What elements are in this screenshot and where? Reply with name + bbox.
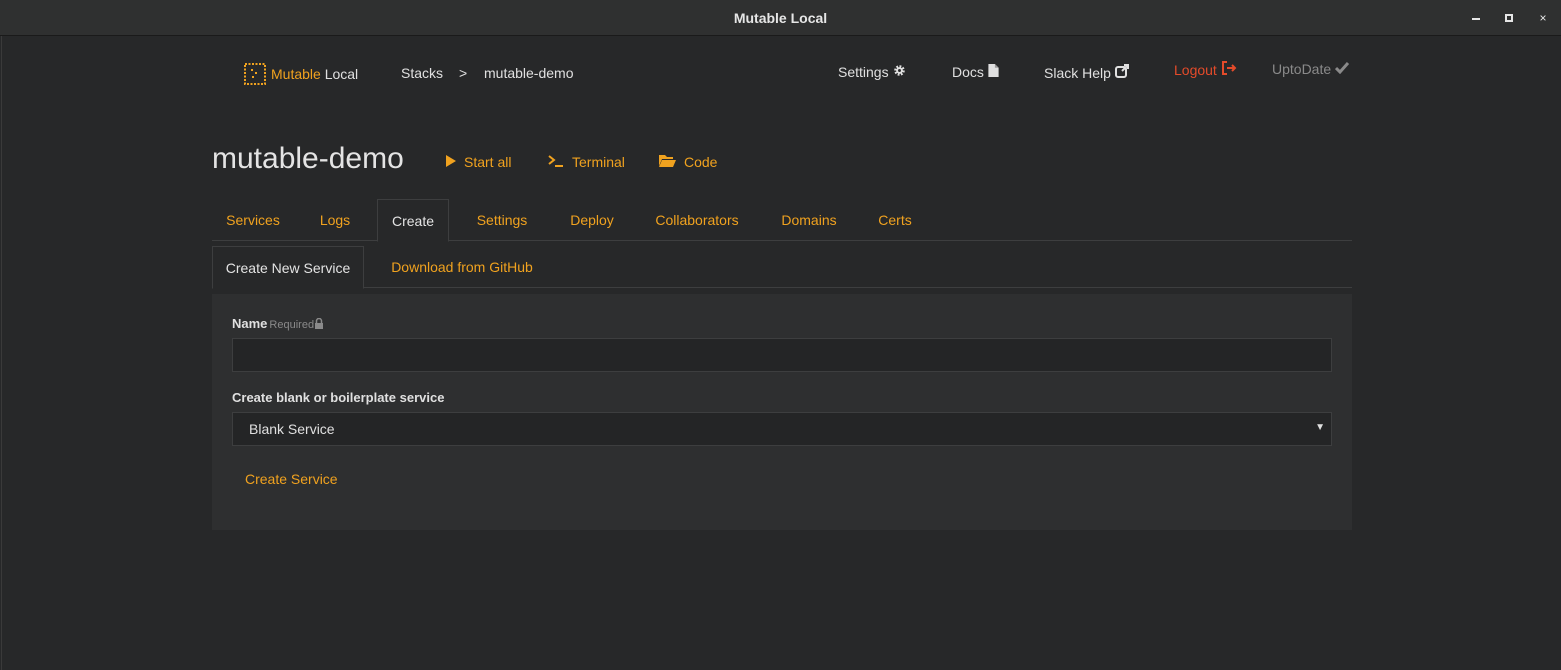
tab-settings[interactable]: Settings — [467, 199, 537, 241]
tab-services[interactable]: Services — [212, 199, 294, 241]
maximize-button[interactable] — [1500, 9, 1518, 27]
tab-logs[interactable]: Logs — [310, 199, 360, 241]
breadcrumb-separator: > — [459, 65, 468, 81]
close-icon: × — [1539, 11, 1547, 25]
mutable-logo-icon — [243, 62, 267, 86]
main-tabs: Services Logs Create Settings Deploy Col… — [212, 199, 1352, 242]
file-icon — [988, 64, 999, 80]
gear-icon — [893, 64, 906, 80]
start-all-label: Start all — [464, 154, 512, 170]
maximize-icon — [1505, 14, 1513, 22]
create-service-button[interactable]: Create Service — [245, 471, 338, 487]
nav-settings[interactable]: Settings — [838, 64, 906, 80]
nav-logout[interactable]: Logout — [1174, 61, 1237, 78]
terminal-button[interactable]: Terminal — [548, 154, 625, 170]
window-border — [1, 36, 2, 670]
tab-certs[interactable]: Certs — [872, 199, 918, 241]
tab-domains[interactable]: Domains — [774, 199, 844, 241]
nav-settings-label: Settings — [838, 64, 889, 80]
template-label: Create blank or boilerplate service — [232, 390, 445, 405]
brand-name-rest: Local — [320, 66, 359, 82]
tab-collaborators[interactable]: Collaborators — [649, 199, 745, 241]
tab-create[interactable]: Create — [377, 199, 449, 242]
page-title: mutable-demo — [212, 142, 404, 175]
sign-out-icon — [1221, 61, 1237, 78]
check-icon — [1335, 61, 1350, 77]
minimize-button[interactable] — [1467, 9, 1485, 27]
terminal-label: Terminal — [572, 154, 625, 170]
subtab-download-from-github[interactable]: Download from GitHub — [382, 246, 542, 288]
nav-docs[interactable]: Docs — [952, 64, 999, 80]
name-label: Name Required — [232, 316, 324, 331]
required-hint: Required — [269, 317, 324, 331]
name-label-text: Name — [232, 316, 268, 331]
top-nav: Mutable Local Stacks > mutable-demo Sett… — [0, 60, 1561, 88]
brand-link[interactable]: Mutable Local — [243, 62, 358, 86]
subtab-create-new-service[interactable]: Create New Service — [212, 246, 364, 289]
play-icon — [446, 154, 456, 170]
terminal-icon — [548, 154, 564, 170]
code-button[interactable]: Code — [659, 154, 717, 170]
nav-slack-label: Slack Help — [1044, 64, 1111, 81]
nav-logout-label: Logout — [1174, 61, 1217, 78]
folder-open-icon — [659, 154, 676, 170]
nav-slack-help[interactable]: Slack Help — [1044, 64, 1129, 81]
nav-docs-label: Docs — [952, 64, 984, 80]
breadcrumb-stacks[interactable]: Stacks — [401, 65, 443, 81]
create-service-form: Name Required Create blank or boilerplate… — [212, 294, 1352, 530]
create-subtabs: Create New Service Download from GitHub — [212, 246, 1352, 289]
tab-deploy[interactable]: Deploy — [562, 199, 622, 241]
minimize-icon — [1472, 18, 1480, 20]
close-button[interactable]: × — [1534, 9, 1552, 27]
required-text: Required — [269, 319, 315, 331]
window-titlebar: Mutable Local × — [0, 0, 1561, 36]
caret-down-icon: ▼ — [1315, 422, 1325, 433]
external-link-icon — [1114, 64, 1129, 81]
service-name-input[interactable] — [232, 338, 1332, 372]
lock-icon — [314, 317, 324, 331]
code-label: Code — [684, 154, 718, 170]
update-status: UptoDate — [1272, 61, 1350, 77]
start-all-button[interactable]: Start all — [446, 154, 511, 170]
brand-name: Mutable Local — [271, 66, 358, 82]
window-title: Mutable Local — [733, 10, 828, 26]
service-template-select[interactable]: Blank Service ▼ — [232, 412, 1332, 446]
service-template-value: Blank Service — [249, 421, 335, 437]
update-status-label: UptoDate — [1272, 61, 1332, 77]
breadcrumb-current[interactable]: mutable-demo — [484, 65, 574, 81]
brand-name-accent: Mutable — [271, 66, 321, 82]
